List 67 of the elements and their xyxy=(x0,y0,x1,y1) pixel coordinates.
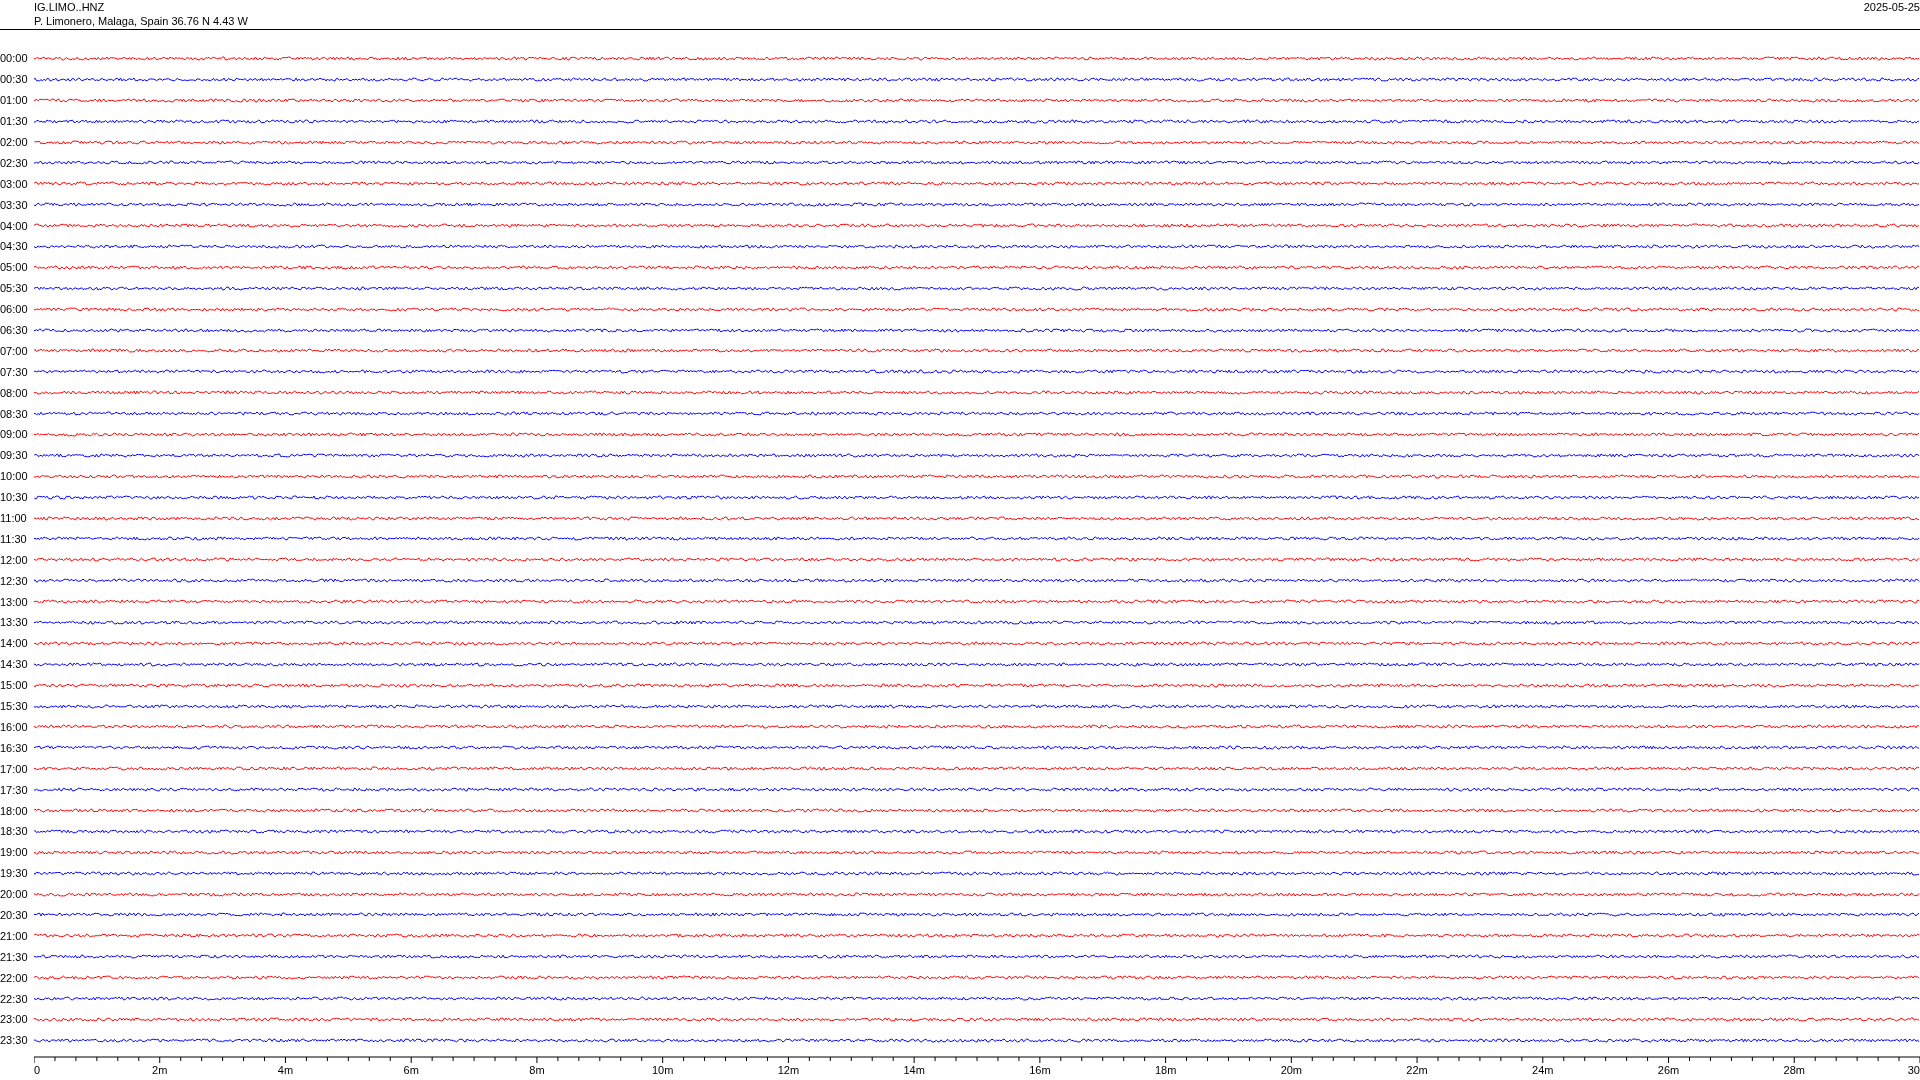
time-label: 06:00 xyxy=(0,303,29,316)
time-label: 19:30 xyxy=(0,867,29,880)
time-label: 20:00 xyxy=(0,888,29,901)
time-label: 14:30 xyxy=(0,658,29,671)
axis-label: 10m xyxy=(651,1063,674,1076)
axis-label: 28m xyxy=(1783,1063,1805,1076)
time-label: 01:30 xyxy=(0,115,29,128)
time-label: 17:30 xyxy=(0,783,29,796)
time-label: 20:30 xyxy=(0,908,29,921)
axis-label: 2m xyxy=(152,1063,168,1076)
time-label: 03:30 xyxy=(0,198,29,211)
time-label: 11:30 xyxy=(0,532,28,545)
time-label: 09:00 xyxy=(0,428,29,441)
time-label: 06:30 xyxy=(0,324,29,336)
time-label: 04:00 xyxy=(0,219,29,232)
time-label: 02:00 xyxy=(0,136,29,148)
time-label: 13:30 xyxy=(0,616,29,629)
time-label: 22:00 xyxy=(0,971,29,984)
axis-label: 0 xyxy=(34,1063,41,1076)
axis-label: 16m xyxy=(1029,1063,1051,1076)
axis-label: 6m xyxy=(403,1063,419,1076)
time-label: 17:00 xyxy=(0,762,29,775)
time-label: 11:00 xyxy=(0,512,28,525)
axis-label: 4m xyxy=(277,1063,294,1076)
time-label: 03:00 xyxy=(0,177,29,190)
time-label: 14:00 xyxy=(0,637,29,650)
time-label: 09:30 xyxy=(0,449,29,462)
time-label: 10:00 xyxy=(0,470,29,483)
station-code: IG.LIMO..HNZ xyxy=(34,0,106,14)
time-label: 07:00 xyxy=(0,344,29,357)
time-label: 01:00 xyxy=(0,94,29,107)
time-label: 00:30 xyxy=(0,73,29,86)
time-label: 16:30 xyxy=(0,741,29,754)
axis-label: 8m xyxy=(529,1063,545,1076)
time-label: 23:00 xyxy=(0,1013,29,1026)
time-label: 05:00 xyxy=(0,261,29,274)
time-label: 04:30 xyxy=(0,240,29,253)
time-label: 21:30 xyxy=(0,950,29,963)
time-label: 08:00 xyxy=(0,386,29,399)
time-label: 12:00 xyxy=(0,553,29,566)
axis-label: 12m xyxy=(777,1063,800,1076)
time-label: 19:00 xyxy=(0,846,29,859)
time-label: 15:00 xyxy=(0,679,29,692)
time-label: 16:00 xyxy=(0,720,29,733)
axis-label: 22m xyxy=(1406,1063,1428,1076)
time-label: 22:30 xyxy=(0,992,29,1005)
time-label: 10:30 xyxy=(0,491,29,504)
time-label: 08:30 xyxy=(0,407,29,420)
time-label: 23:30 xyxy=(0,1034,29,1047)
time-label: 12:30 xyxy=(0,574,29,587)
axis-label: 24m xyxy=(1532,1063,1554,1076)
time-label: 18:00 xyxy=(0,804,29,817)
time-label: 07:30 xyxy=(0,365,29,378)
time-label: 21:00 xyxy=(0,929,29,942)
axis-label: 30 xyxy=(1907,1063,1920,1076)
time-label: 05:30 xyxy=(0,282,29,295)
axis-label: 18m xyxy=(1154,1063,1177,1076)
axis-label: 26m xyxy=(1657,1063,1680,1076)
time-label: 02:30 xyxy=(0,156,29,169)
axis-label: 20m xyxy=(1280,1063,1303,1076)
plot-date: 2025-05-25 xyxy=(1863,0,1920,14)
time-label: 15:30 xyxy=(0,700,29,713)
time-label: 18:30 xyxy=(0,825,29,838)
station-location: P. Limonero, Malaga, Spain 36.76 N 4.43 W xyxy=(34,14,248,28)
time-label: 13:00 xyxy=(0,595,29,608)
time-label: 00:00 xyxy=(0,52,29,65)
axis-label: 14m xyxy=(903,1063,925,1076)
